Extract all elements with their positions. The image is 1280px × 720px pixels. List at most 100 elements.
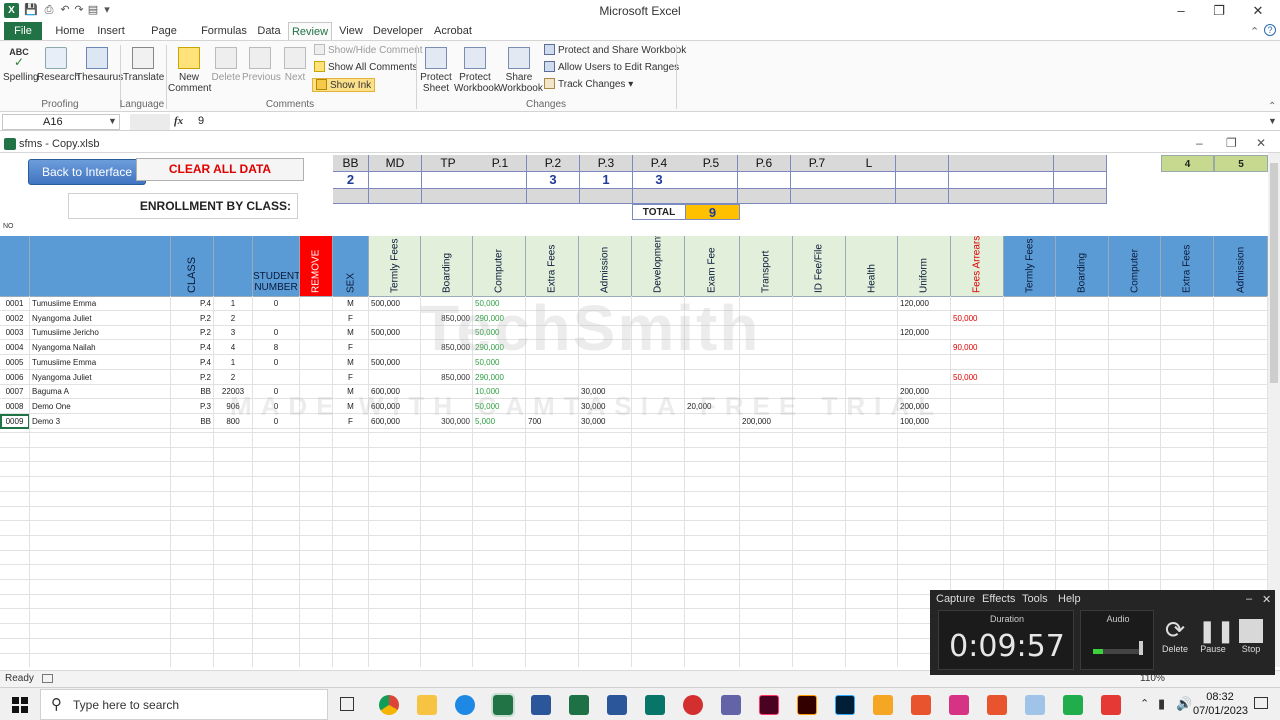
cell-uniform[interactable] xyxy=(898,369,951,385)
word-2-icon[interactable] xyxy=(607,695,627,715)
indesign-icon[interactable] xyxy=(759,695,779,715)
tab-file[interactable]: File xyxy=(4,22,42,40)
column-header[interactable]: Boarding xyxy=(421,236,473,297)
cell-empty[interactable] xyxy=(1161,369,1214,385)
cell-no[interactable]: 0004 xyxy=(0,340,30,356)
cell-stu[interactable] xyxy=(253,310,300,326)
column-header[interactable]: Boarding xyxy=(1056,236,1109,297)
recorder-close-icon[interactable]: ✕ xyxy=(1262,593,1271,606)
cell-empty[interactable] xyxy=(1056,310,1109,326)
cell-empty[interactable] xyxy=(1161,310,1214,326)
cell-arrears[interactable] xyxy=(951,413,1004,429)
cell-no[interactable]: 0001 xyxy=(0,296,30,311)
fx-icon[interactable]: fx xyxy=(174,115,183,127)
cell-no[interactable]: 0007 xyxy=(0,384,30,400)
cell-empty[interactable] xyxy=(1214,340,1268,356)
cell-arrears[interactable] xyxy=(951,398,1004,414)
column-header[interactable]: Termly Fees xyxy=(369,236,421,297)
tray-chevron-icon[interactable]: ⌃ xyxy=(1140,697,1149,710)
cell-empty[interactable] xyxy=(846,310,898,326)
workbook-minimize-button[interactable]: – xyxy=(1196,136,1203,150)
notifications-icon[interactable] xyxy=(1254,697,1268,709)
cell-no[interactable]: 0003 xyxy=(0,325,30,341)
cell-empty[interactable] xyxy=(1109,325,1161,341)
table-row[interactable]: 0006 Nyangoma Juliet P.2 2 F 850,000 290,000 50… xyxy=(0,369,1268,385)
cell-empty[interactable] xyxy=(300,310,333,326)
cell-empty[interactable] xyxy=(1214,413,1268,429)
cell-no[interactable]: 0005 xyxy=(0,354,30,370)
cell-num[interactable]: 4 xyxy=(214,340,253,356)
column-header[interactable]: Transport xyxy=(740,236,793,297)
cell-no[interactable]: 0008 xyxy=(0,398,30,414)
cell-empty[interactable] xyxy=(1004,325,1056,341)
tab-view[interactable]: View xyxy=(336,22,366,40)
cell-empty[interactable] xyxy=(846,369,898,385)
column-header[interactable] xyxy=(214,236,253,297)
publisher-icon[interactable] xyxy=(645,695,665,715)
cell-name[interactable]: Demo 3 xyxy=(30,413,171,429)
spelling-button[interactable]: ABC ✓ Spelling xyxy=(3,47,39,83)
cell-class[interactable]: P.3 xyxy=(171,398,214,414)
cell-boarding[interactable]: 850,000 xyxy=(421,369,473,385)
recorder-pause-button[interactable]: ❚❚ Pause xyxy=(1198,618,1235,654)
cell-empty[interactable] xyxy=(1109,369,1161,385)
cell-termly[interactable]: 500,000 xyxy=(369,354,421,370)
show-all-comments-button[interactable]: Show All Comments xyxy=(314,61,417,75)
cell-empty[interactable] xyxy=(1109,413,1161,429)
cell-name[interactable]: Nyangoma Juliet xyxy=(30,369,171,385)
cell-class[interactable]: P.2 xyxy=(171,310,214,326)
cell-no[interactable]: 0009 xyxy=(0,413,30,429)
cell-empty[interactable] xyxy=(1109,310,1161,326)
column-header[interactable]: CLASS xyxy=(171,236,214,297)
photoshop-icon[interactable] xyxy=(835,695,855,715)
cell-empty[interactable] xyxy=(300,369,333,385)
cell-exam[interactable] xyxy=(685,369,740,385)
cell-empty[interactable] xyxy=(300,340,333,356)
cell-empty[interactable] xyxy=(1214,398,1268,414)
delete-comment-button[interactable]: Delete xyxy=(210,47,242,83)
clock-time[interactable]: 08:32 xyxy=(1200,691,1240,703)
column-header[interactable] xyxy=(30,236,171,297)
cell-empty[interactable] xyxy=(1004,413,1056,429)
acrobat-icon[interactable] xyxy=(683,695,703,715)
allow-users-button[interactable]: Allow Users to Edit Ranges xyxy=(544,61,679,75)
workbook-restore-button[interactable]: ❐ xyxy=(1226,136,1237,150)
show-ink-button[interactable]: Show Ink xyxy=(312,78,376,92)
cell-arrears[interactable] xyxy=(951,296,1004,311)
cell-empty[interactable] xyxy=(1109,354,1161,370)
cell-num[interactable]: 2 xyxy=(214,310,253,326)
cell-empty[interactable] xyxy=(1004,384,1056,400)
formula-input[interactable]: 9 xyxy=(192,114,1272,130)
cell-empty[interactable] xyxy=(793,354,846,370)
cell-empty[interactable] xyxy=(1004,340,1056,356)
cell-uniform[interactable] xyxy=(898,340,951,356)
cell-empty[interactable] xyxy=(1056,369,1109,385)
recorder-menu-tools[interactable]: Tools xyxy=(1022,593,1048,605)
column-header[interactable]: Health xyxy=(846,236,898,297)
cell-empty[interactable] xyxy=(1056,354,1109,370)
cell-sex[interactable]: M xyxy=(333,296,369,311)
tab-review[interactable]: Review xyxy=(288,22,332,40)
recorder-menu-capture[interactable]: Capture xyxy=(936,593,975,605)
cell-empty[interactable] xyxy=(1109,384,1161,400)
cell-empty[interactable] xyxy=(1214,310,1268,326)
cell-name[interactable]: Demo One xyxy=(30,398,171,414)
cell-transport[interactable] xyxy=(740,369,793,385)
cell-empty[interactable] xyxy=(793,325,846,341)
cell-empty[interactable] xyxy=(1004,398,1056,414)
column-header[interactable]: ID Fee/File xyxy=(793,236,846,297)
cell-termly[interactable] xyxy=(369,369,421,385)
cell-empty[interactable] xyxy=(793,310,846,326)
thesaurus-button[interactable]: Thesaurus xyxy=(76,47,123,83)
cell-stu[interactable]: 0 xyxy=(253,354,300,370)
cell-stu[interactable]: 8 xyxy=(253,340,300,356)
clear-all-data-button[interactable]: CLEAR ALL DATA xyxy=(136,158,304,181)
cell-class[interactable]: P.2 xyxy=(171,325,214,341)
column-header[interactable]: Fees Arrears xyxy=(951,236,1004,297)
recorder-menu-help[interactable]: Help xyxy=(1058,593,1081,605)
cell-empty[interactable] xyxy=(1109,340,1161,356)
cell-empty[interactable] xyxy=(793,340,846,356)
cell-empty[interactable] xyxy=(846,296,898,311)
windows-start-icon[interactable] xyxy=(12,697,28,713)
cell-computer[interactable]: 290,000 xyxy=(473,369,526,385)
